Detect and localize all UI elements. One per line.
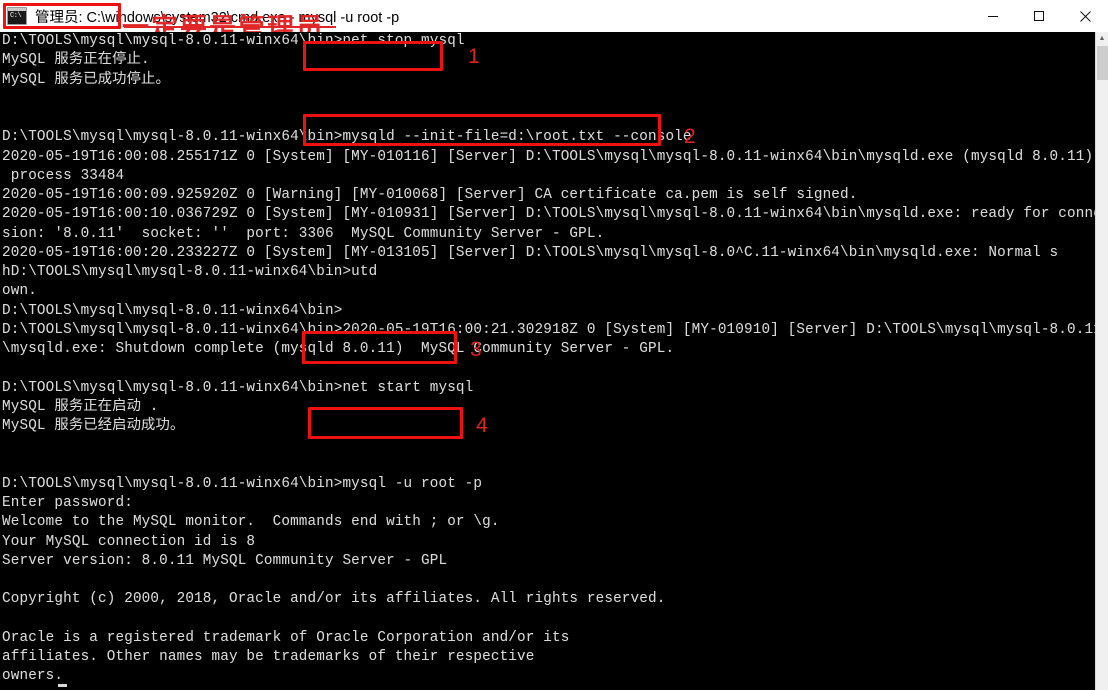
- window-controls: [970, 0, 1108, 32]
- annotation-number-step2: 2: [684, 125, 696, 148]
- console-text: D:\TOOLS\mysql\mysql-8.0.11-winx64\bin>n…: [2, 33, 1108, 685]
- minimize-icon: [988, 16, 998, 17]
- close-icon: [1079, 10, 1091, 22]
- maximize-icon: [1034, 11, 1044, 21]
- console-window: C:\ 管理员: C:\windows\system32\cmd.exe - m…: [0, 0, 1108, 690]
- minimize-button[interactable]: [970, 0, 1016, 32]
- console-output-area[interactable]: D:\TOOLS\mysql\mysql-8.0.11-winx64\bin>n…: [0, 32, 1108, 690]
- annotation-number-step1: 1: [468, 45, 480, 68]
- scrollbar-thumb[interactable]: [1097, 46, 1108, 80]
- annotation-number-step3: 3: [470, 338, 482, 361]
- text-cursor: [58, 684, 67, 687]
- close-button[interactable]: [1062, 0, 1108, 32]
- maximize-button[interactable]: [1016, 0, 1062, 32]
- annotation-box-title: [3, 3, 121, 29]
- vertical-scrollbar[interactable]: ▲: [1095, 32, 1108, 690]
- annotation-number-step4: 4: [476, 414, 488, 437]
- scroll-up-arrow-icon[interactable]: ▲: [1096, 32, 1108, 45]
